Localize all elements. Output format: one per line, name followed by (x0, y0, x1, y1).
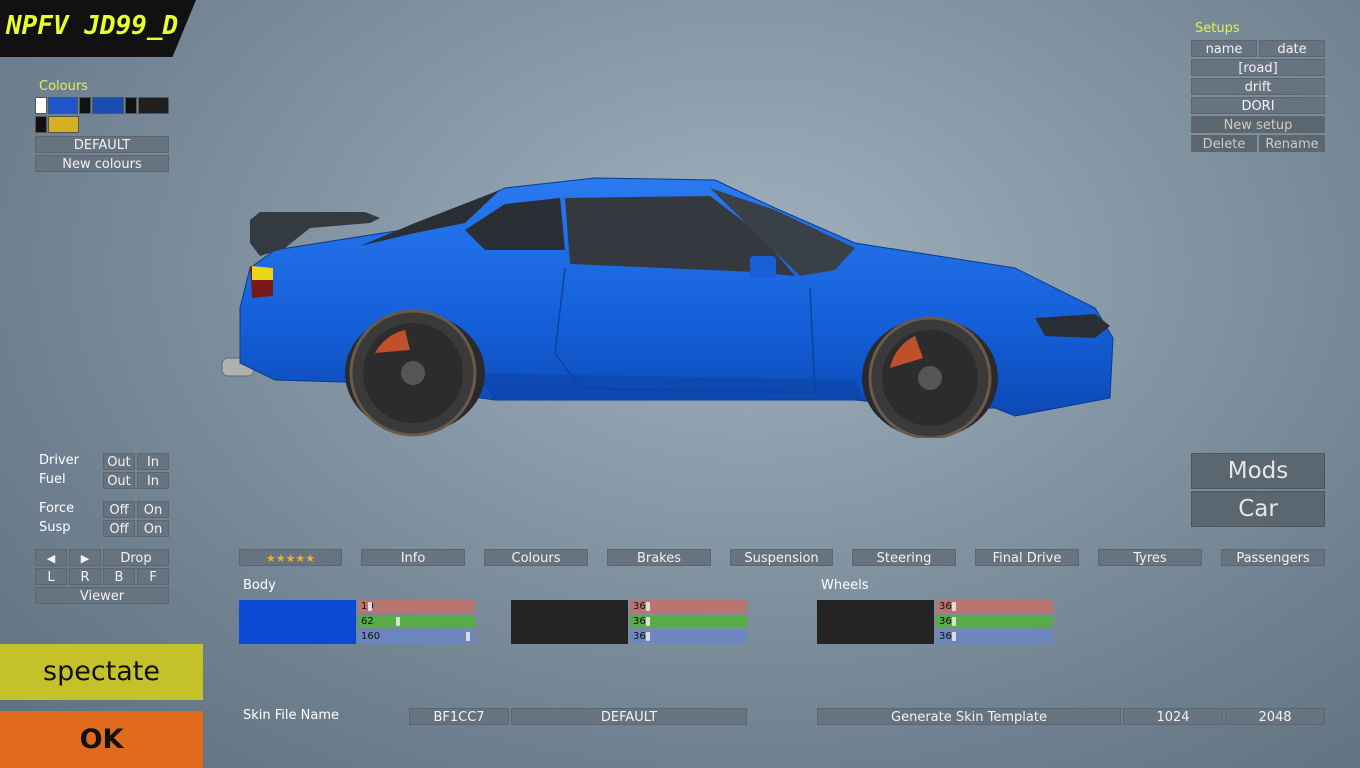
setup-item[interactable]: drift (1191, 78, 1325, 95)
swatch-dark[interactable] (138, 97, 169, 114)
swatch-black-3[interactable] (35, 116, 47, 133)
swatch-blue[interactable] (48, 97, 78, 114)
side-mirror (750, 256, 776, 278)
blue-value: 36 (633, 631, 646, 642)
view-back-button[interactable]: B (103, 568, 135, 585)
template-1024-button[interactable]: 1024 (1123, 708, 1223, 725)
driver-out-button[interactable]: Out (103, 453, 135, 470)
tab-steering[interactable]: Steering (852, 549, 956, 566)
setups-label: Setups (1195, 21, 1240, 36)
swatch-blue-2[interactable] (92, 97, 124, 114)
secondary-colour-preview[interactable] (511, 600, 628, 644)
new-colours-button[interactable]: New colours (35, 155, 169, 172)
force-label: Force (39, 501, 75, 516)
fuel-out-button[interactable]: Out (103, 472, 135, 489)
generate-skin-template-button[interactable]: Generate Skin Template (817, 708, 1121, 725)
template-2048-button[interactable]: 2048 (1225, 708, 1325, 725)
wheels-red-slider[interactable]: 36 (936, 600, 1053, 613)
sort-date-button[interactable]: date (1259, 40, 1325, 57)
tab-brakes[interactable]: Brakes (607, 549, 711, 566)
blue-value: 160 (361, 631, 381, 642)
susp-on-button[interactable]: On (137, 520, 169, 537)
rating-stars[interactable]: ★★★★★ (239, 549, 342, 566)
rear-wheel (349, 309, 477, 437)
indicator-light (252, 266, 273, 280)
rename-setup-button[interactable]: Rename (1259, 135, 1325, 152)
susp-label: Susp (39, 520, 71, 535)
view-right-button[interactable]: R (69, 568, 101, 585)
body-green-slider[interactable]: 62 (358, 615, 475, 628)
skin-file-name-label: Skin File Name (243, 708, 340, 723)
swatch-white[interactable] (35, 97, 47, 114)
tab-suspension[interactable]: Suspension (730, 549, 833, 566)
slider-knob[interactable] (646, 632, 650, 641)
colours-label: Colours (39, 79, 88, 94)
secondary-red-slider[interactable]: 36 (630, 600, 747, 613)
slider-knob[interactable] (952, 617, 956, 626)
driver-in-button[interactable]: In (137, 453, 169, 470)
rotate-left-button[interactable]: ◀ (35, 549, 67, 566)
swatch-yellow[interactable] (48, 116, 79, 133)
headlight (1035, 314, 1110, 338)
slider-knob[interactable] (952, 602, 956, 611)
green-value: 62 (361, 616, 374, 627)
body-label: Body (243, 578, 276, 593)
delete-setup-button[interactable]: Delete (1191, 135, 1257, 152)
tab-info[interactable]: Info (361, 549, 465, 566)
slider-knob[interactable] (646, 617, 650, 626)
tab-colours[interactable]: Colours (484, 549, 588, 566)
new-setup-button[interactable]: New setup (1191, 116, 1325, 133)
green-value: 36 (939, 616, 952, 627)
slider-knob[interactable] (646, 602, 650, 611)
fuel-label: Fuel (39, 472, 66, 487)
view-front-button[interactable]: F (137, 568, 169, 585)
drop-button[interactable]: Drop (103, 549, 169, 566)
secondary-blue-slider[interactable]: 36 (630, 630, 747, 643)
skin-name-field[interactable]: DEFAULT (511, 708, 747, 725)
skin-code-field[interactable]: BF1CC7 (409, 708, 509, 725)
setup-item[interactable]: [road] (1191, 59, 1325, 76)
car-title: NPFV JD99_D (6, 11, 179, 41)
red-value: 36 (633, 601, 646, 612)
tab-final-drive[interactable]: Final Drive (975, 549, 1079, 566)
default-colours-button[interactable]: DEFAULT (35, 136, 169, 153)
swatch-black[interactable] (79, 97, 91, 114)
car-button[interactable]: Car (1191, 491, 1325, 527)
body-blue-slider[interactable]: 160 (358, 630, 475, 643)
wheels-label: Wheels (821, 578, 869, 593)
tab-passengers[interactable]: Passengers (1221, 549, 1325, 566)
fuel-in-button[interactable]: In (137, 472, 169, 489)
viewer-button[interactable]: Viewer (35, 587, 169, 604)
blue-value: 36 (939, 631, 952, 642)
green-value: 36 (633, 616, 646, 627)
driver-label: Driver (39, 453, 80, 468)
sort-name-button[interactable]: name (1191, 40, 1257, 57)
spectate-button[interactable]: spectate (0, 644, 203, 700)
setup-item[interactable]: DORI (1191, 97, 1325, 114)
slider-knob[interactable] (952, 632, 956, 641)
wheels-green-slider[interactable]: 36 (936, 615, 1053, 628)
car-preview[interactable] (215, 168, 1125, 438)
rotate-right-button[interactable]: ▶ (69, 549, 101, 566)
red-value: 36 (939, 601, 952, 612)
secondary-green-slider[interactable]: 36 (630, 615, 747, 628)
tab-tyres[interactable]: Tyres (1098, 549, 1202, 566)
swatch-black-2[interactable] (125, 97, 137, 114)
body-red-slider[interactable]: 10 (358, 600, 475, 613)
force-on-button[interactable]: On (137, 501, 169, 518)
body-colour-preview[interactable] (239, 600, 356, 644)
susp-off-button[interactable]: Off (103, 520, 135, 537)
ok-button[interactable]: OK (0, 711, 203, 768)
front-wheel (868, 316, 992, 438)
force-off-button[interactable]: Off (103, 501, 135, 518)
view-left-button[interactable]: L (35, 568, 67, 585)
slider-knob[interactable] (396, 617, 400, 626)
slider-knob[interactable] (466, 632, 470, 641)
wheels-blue-slider[interactable]: 36 (936, 630, 1053, 643)
mods-button[interactable]: Mods (1191, 453, 1325, 489)
slider-knob[interactable] (368, 602, 372, 611)
wheels-colour-preview[interactable] (817, 600, 934, 644)
